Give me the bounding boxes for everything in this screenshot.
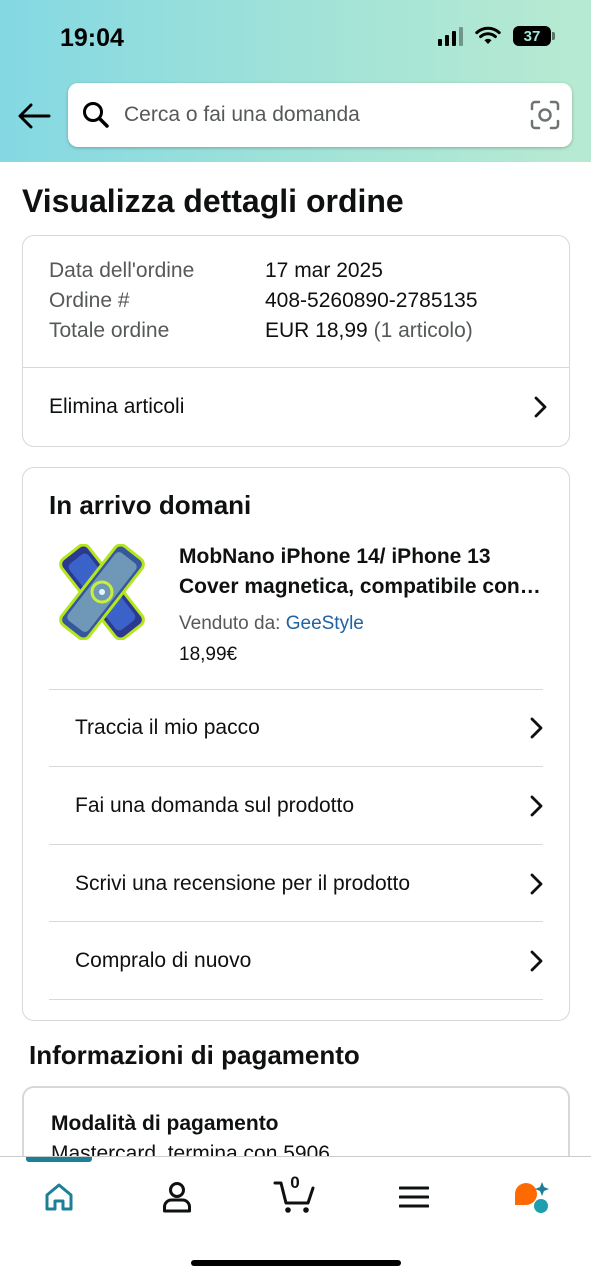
action-label: Fai una domanda sul prodotto <box>75 793 355 817</box>
arrow-left-icon <box>18 103 51 129</box>
order-item-count: (1 articolo) <box>373 319 473 342</box>
camera-search-icon[interactable] <box>530 100 560 130</box>
shipment-card: In arrivo domani MobNano iPhone 14/ iPho… <box>22 467 570 1021</box>
wifi-icon <box>475 26 501 44</box>
rufus-assistant-icon <box>515 1182 549 1213</box>
action-label: Traccia il mio pacco <box>75 716 260 739</box>
action-label: Compralo di nuovo <box>75 948 252 972</box>
order-date-label: Data dell'ordine <box>49 259 195 282</box>
user-icon <box>163 1182 191 1213</box>
nav-account[interactable] <box>147 1175 207 1219</box>
divider <box>49 999 543 1000</box>
bottom-navigation: 0 <box>0 1156 591 1280</box>
chevron-right-icon <box>530 795 543 816</box>
ask-product-question-button[interactable]: Fai una domanda sul prodotto <box>75 767 543 844</box>
action-label: Scrivi una recensione per il prodotto <box>75 871 411 895</box>
chevron-right-icon <box>530 717 543 739</box>
order-total-value: EUR 18,99 (1 articolo) <box>265 319 473 343</box>
payment-method-label: Modalità di pagamento <box>51 1112 279 1135</box>
delete-items-label: Elimina articoli <box>49 395 185 418</box>
status-time: 19:04 <box>60 24 124 52</box>
chevron-right-icon <box>530 950 543 971</box>
hamburger-menu-icon <box>399 1186 429 1208</box>
order-summary-card: Data dell'ordine 17 mar 2025 Ordine # 40… <box>22 235 570 447</box>
order-date-value: 17 mar 2025 <box>265 259 383 282</box>
nav-cart[interactable]: 0 <box>265 1173 325 1219</box>
write-review-button[interactable]: Scrivi una recensione per il prodotto <box>75 845 543 922</box>
nav-home[interactable] <box>29 1175 89 1219</box>
order-date-row: Data dell'ordine 17 mar 2025 <box>49 259 383 283</box>
payment-section-title: Informazioni di pagamento <box>29 1040 360 1070</box>
home-icon <box>45 1183 73 1211</box>
active-tab-indicator <box>26 1157 92 1162</box>
order-number-value: 408-5260890-2785135 <box>265 289 478 312</box>
nav-menu[interactable] <box>384 1175 444 1219</box>
product-price: 18,99€ <box>179 644 238 665</box>
search-input[interactable]: Cerca o fai una domanda <box>124 103 530 127</box>
cellular-signal-icon <box>438 26 463 46</box>
status-icons: 37 <box>438 26 555 46</box>
buy-again-button[interactable]: Compralo di nuovo <box>75 922 543 999</box>
order-number-label: Ordine # <box>49 289 130 312</box>
home-indicator <box>191 1260 401 1266</box>
header-bar: 19:04 37 Cerca o fai una domanda <box>0 0 591 162</box>
search-bar[interactable]: Cerca o fai una domanda <box>68 83 572 147</box>
cart-count: 0 <box>290 1173 300 1192</box>
page-title: Visualizza dettagli ordine <box>22 183 404 219</box>
product-thumbnail[interactable] <box>49 544 155 640</box>
delivery-status: In arrivo domani <box>49 490 252 520</box>
delete-items-link[interactable]: Elimina articoli <box>49 368 547 446</box>
nav-rufus[interactable] <box>502 1175 562 1219</box>
back-button[interactable] <box>14 98 54 134</box>
battery-indicator: 37 <box>513 26 555 46</box>
search-icon <box>83 102 109 128</box>
order-number-row: Ordine # 408-5260890-2785135 <box>49 289 478 313</box>
order-total-amount: EUR 18,99 <box>265 319 368 342</box>
track-package-button[interactable]: Traccia il mio pacco <box>75 690 543 766</box>
chevron-right-icon <box>534 396 547 418</box>
chevron-right-icon <box>530 873 543 894</box>
product-title[interactable]: MobNano iPhone 14/ iPhone 13 Cover magne… <box>179 542 547 602</box>
sold-by: Venduto da: GeeStyle <box>179 613 364 635</box>
order-total-label: Totale ordine <box>49 319 170 342</box>
order-total-row: Totale ordine EUR 18,99 (1 articolo) <box>49 319 473 343</box>
sold-by-label: Venduto da: <box>179 613 281 634</box>
seller-link[interactable]: GeeStyle <box>286 613 364 634</box>
